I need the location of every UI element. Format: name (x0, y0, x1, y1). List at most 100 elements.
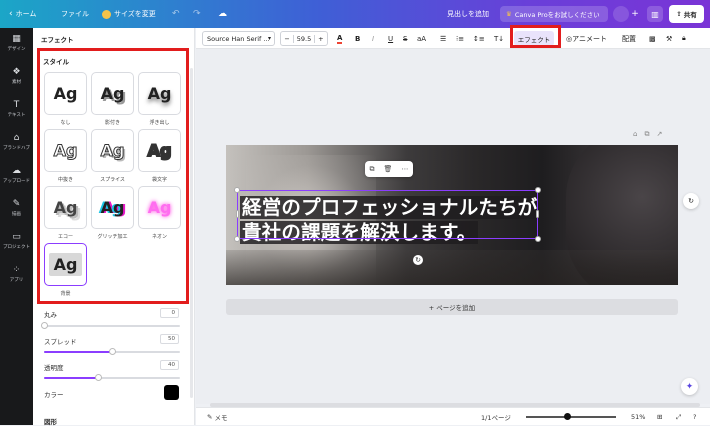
zoom-level[interactable]: 51% (631, 408, 645, 426)
nav-item-text[interactable]: T テキスト (0, 100, 33, 118)
nav-label: アップロード (3, 179, 30, 184)
home-button[interactable]: ‹ ホーム (9, 0, 36, 28)
italic-button[interactable]: I (372, 28, 374, 49)
trash-icon[interactable]: 🗑︎ (384, 165, 393, 173)
redo-button[interactable]: ↷ (193, 0, 201, 28)
slider-fill (44, 377, 99, 379)
magic-assistant-icon[interactable]: ✦ (681, 378, 698, 395)
paint-format-button[interactable]: ⚒ (666, 28, 672, 49)
font-size-input[interactable]: 59.5 (293, 34, 315, 43)
font-size-stepper[interactable]: − 59.5 + (280, 31, 328, 46)
add-page-button[interactable]: + ページを追加 (226, 299, 678, 315)
grid-view-button[interactable]: ⊞ (657, 408, 662, 426)
upload-icon: ☁ (12, 166, 21, 176)
duplicate-icon[interactable]: ⧉ (644, 130, 649, 139)
animate-button[interactable]: ◎ アニメート (566, 28, 607, 49)
roundness-input[interactable]: 0 (160, 308, 179, 318)
undo-button[interactable]: ↶ (172, 0, 180, 28)
pro-trial-button[interactable]: ♛ Canva Proをお試しください (500, 6, 608, 22)
resize-label: サイズを変更 (114, 10, 156, 18)
text-color-button[interactable]: A (337, 28, 343, 49)
list-button[interactable]: ⁝≡ (456, 28, 464, 49)
heading-placeholder: 見出しを追加 (447, 10, 489, 18)
refresh-icon[interactable]: ↻ (683, 193, 699, 209)
strikethrough-button[interactable]: S (403, 28, 407, 49)
align-left-icon: ☰ (440, 34, 447, 43)
insights-button[interactable]: ▥ (647, 6, 663, 22)
nav-label: ブランドハブ (3, 146, 30, 151)
slider-fill (44, 351, 112, 353)
slider-knob[interactable] (109, 348, 116, 355)
lock-button[interactable]: 🔒︎ (682, 28, 686, 49)
case-button[interactable]: aA (417, 28, 426, 49)
zoom-knob[interactable] (563, 413, 571, 420)
fullscreen-button[interactable]: ⤢ (676, 408, 681, 426)
nav-label: テキスト (7, 113, 26, 118)
file-label: ファイル (61, 10, 89, 18)
cloud-save-button[interactable]: ☁ (218, 0, 227, 28)
color-swatch[interactable] (164, 385, 179, 400)
nav-label: 素材 (12, 80, 21, 85)
resize-handle-right[interactable] (536, 210, 539, 218)
spread-input[interactable]: 50 (160, 334, 179, 344)
nav-item-upload[interactable]: ☁ アップロード (0, 166, 33, 184)
redo-icon: ↷ (193, 9, 201, 19)
italic-icon: I (372, 34, 375, 43)
increase-size-button[interactable]: + (315, 35, 327, 43)
rotate-icon[interactable]: ↻ (413, 255, 423, 265)
font-name: Source Han Serif ... (207, 34, 270, 43)
nav-item-draw[interactable]: ✎ 描画 (0, 199, 33, 217)
resize-handle-br[interactable] (535, 236, 541, 242)
slider-knob[interactable] (95, 374, 103, 381)
notes-icon: ✎ (207, 413, 213, 421)
transparency-input[interactable]: 40 (160, 360, 179, 370)
transparency-button[interactable]: ▩ (649, 28, 656, 49)
align-button[interactable]: ☰ (440, 28, 446, 49)
resize-handle-bl[interactable] (234, 236, 240, 242)
spacing-icon: ↕≡ (473, 34, 485, 43)
chevron-left-icon: ‹ (9, 9, 13, 19)
left-nav: ▦ デザイン ❖ 素材 T テキスト ⌂ ブランドハブ ☁ アップロード ✎ 描… (0, 28, 33, 425)
panel-scrollbar[interactable] (190, 68, 193, 398)
underline-button[interactable]: U (388, 28, 393, 49)
share-page-icon[interactable]: ↗ (656, 130, 662, 139)
zoom-value: 51% (631, 413, 646, 421)
nav-item-brand[interactable]: ⌂ ブランドハブ (0, 133, 33, 151)
nav-item-projects[interactable]: ▭ プロジェクト (0, 232, 33, 250)
page-tools: ⌂ ⧉ ↗ (633, 130, 662, 139)
nav-item-elements[interactable]: ❖ 素材 (0, 67, 33, 85)
resize-handle-tr[interactable] (535, 187, 541, 193)
zoom-slider[interactable] (526, 413, 616, 420)
help-button[interactable]: ? (693, 408, 696, 426)
add-collaborator-button[interactable]: + (627, 6, 643, 22)
resize-button[interactable]: サイズを変更 (102, 0, 156, 28)
slider-knob[interactable] (41, 322, 48, 329)
chevron-down-icon: ▾ (267, 35, 271, 42)
add-page-label: + ページを追加 (428, 304, 476, 312)
resize-handle-tl[interactable] (234, 187, 240, 193)
vertical-text-button[interactable]: T↓ (494, 28, 504, 49)
spread-label: スプレッド (44, 338, 77, 346)
heading-title[interactable]: 見出しを追加 (447, 0, 489, 28)
notes-button[interactable]: ✎ メモ (207, 408, 227, 426)
bar-chart-icon: ▥ (651, 9, 659, 19)
text-selection-box[interactable] (234, 187, 541, 242)
transparency-slider[interactable] (44, 374, 180, 381)
nav-item-apps[interactable]: ⁘ アプリ (0, 265, 33, 283)
spread-slider[interactable] (44, 348, 180, 355)
font-family-select[interactable]: Source Han Serif ... ▾ (202, 31, 275, 46)
duplicate-icon[interactable]: ⧉ (370, 165, 375, 174)
bold-icon: B (355, 34, 361, 43)
resize-handle-left[interactable] (236, 210, 239, 218)
lock-icon[interactable]: ⌂ (633, 130, 637, 139)
more-icon[interactable]: ⋯ (401, 165, 408, 173)
roundness-slider[interactable] (41, 322, 180, 329)
page-indicator[interactable]: 1/1ページ (481, 408, 511, 426)
spacing-button[interactable]: ↕≡ (473, 28, 485, 49)
nav-item-design[interactable]: ▦ デザイン (0, 34, 33, 52)
file-menu[interactable]: ファイル (61, 0, 89, 28)
position-button[interactable]: 配置 (622, 28, 636, 49)
decrease-size-button[interactable]: − (281, 35, 293, 43)
bold-button[interactable]: B (355, 28, 360, 49)
share-button[interactable]: ⇪ 共有 (669, 5, 704, 23)
